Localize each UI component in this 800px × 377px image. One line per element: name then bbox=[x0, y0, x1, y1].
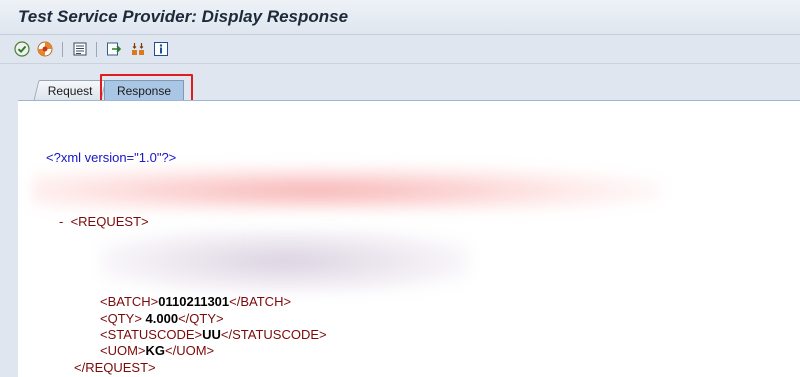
details-icon[interactable] bbox=[129, 40, 147, 58]
qty-open-tag: <QTY> bbox=[100, 311, 142, 326]
xml-viewer: <?xml version="1.0"?> - <REQUEST> <BATCH… bbox=[18, 101, 800, 377]
check-icon[interactable] bbox=[13, 40, 31, 58]
export-icon[interactable] bbox=[105, 40, 123, 58]
uom-open-tag: <UOM> bbox=[100, 343, 146, 358]
request-open-tag: <REQUEST> bbox=[70, 214, 149, 229]
tab-request[interactable]: Request bbox=[33, 80, 107, 100]
uom-close-tag: </UOM> bbox=[165, 343, 215, 358]
xml-field-batch: <BATCH>0110211301</BATCH> bbox=[100, 294, 291, 310]
xml-field-statuscode: <STATUSCODE>UU</STATUSCODE> bbox=[100, 327, 327, 343]
info-icon[interactable] bbox=[152, 40, 170, 58]
xml-field-uom: <UOM>KG</UOM> bbox=[100, 343, 214, 359]
toolbar bbox=[0, 35, 800, 64]
tab-strip: Request Response bbox=[0, 64, 800, 101]
list-icon[interactable] bbox=[71, 40, 89, 58]
collapse-toggle[interactable]: - bbox=[59, 214, 63, 229]
redacted-region bbox=[32, 165, 662, 211]
toolbar-separator bbox=[62, 42, 63, 57]
request-close-tag: </REQUEST> bbox=[74, 360, 156, 375]
tab-response[interactable]: Response bbox=[104, 80, 184, 100]
request-open-line: - <REQUEST> bbox=[59, 214, 149, 230]
stop-icon[interactable] bbox=[36, 40, 54, 58]
statuscode-open-tag: <STATUSCODE> bbox=[100, 327, 203, 342]
redacted-region bbox=[100, 229, 470, 293]
tab-response-label: Response bbox=[116, 83, 172, 98]
batch-value: 0110211301 bbox=[158, 294, 230, 309]
qty-value: 4.000 bbox=[141, 311, 179, 326]
window-title: Test Service Provider: Display Response bbox=[18, 7, 349, 26]
batch-close-tag: </BATCH> bbox=[229, 294, 292, 309]
xml-declaration: <?xml version="1.0"?> bbox=[46, 150, 177, 165]
tab-request-label: Request bbox=[47, 83, 93, 98]
xml-field-qty: <QTY> 4.000</QTY> bbox=[100, 311, 224, 327]
qty-close-tag: </QTY> bbox=[178, 311, 224, 326]
statuscode-close-tag: </STATUSCODE> bbox=[220, 327, 327, 342]
batch-open-tag: <BATCH> bbox=[100, 294, 159, 309]
title-bar: Test Service Provider: Display Response bbox=[0, 0, 800, 35]
uom-value: KG bbox=[145, 343, 166, 358]
statuscode-value: UU bbox=[202, 327, 221, 342]
toolbar-separator bbox=[96, 42, 97, 57]
